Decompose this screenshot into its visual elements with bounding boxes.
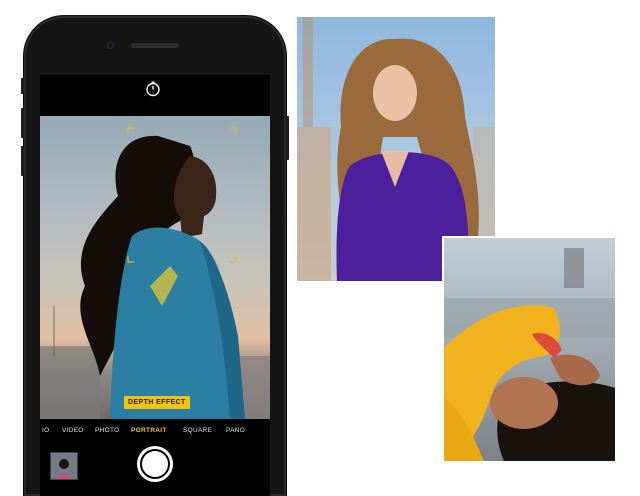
camera-screen: DEPTH EFFECT IO VIDEO PHOTO PORTRAIT SQU…	[40, 75, 270, 496]
mode-pano[interactable]: PANO	[226, 427, 245, 434]
front-camera	[107, 42, 114, 49]
mode-portrait[interactable]: PORTRAIT	[131, 427, 167, 434]
volume-up-button	[21, 108, 24, 138]
last-photo-thumbnail[interactable]	[50, 452, 78, 480]
timer-icon[interactable]	[144, 80, 162, 98]
viewfinder[interactable]: DEPTH EFFECT	[40, 116, 270, 419]
thumbnail-image	[51, 453, 77, 479]
volume-down-button	[21, 146, 24, 176]
shutter-button-inner	[142, 451, 168, 477]
depth-effect-badge: DEPTH EFFECT	[124, 396, 190, 409]
mode-photo[interactable]: PHOTO	[95, 427, 120, 434]
iphone-device: DEPTH EFFECT IO VIDEO PHOTO PORTRAIT SQU…	[21, 16, 289, 496]
mode-time-lapse[interactable]: IO	[42, 427, 49, 434]
shutter-button[interactable]	[137, 446, 173, 482]
earpiece-speaker	[131, 43, 179, 48]
portrait-photo-image-2	[444, 248, 615, 461]
focus-frame	[127, 127, 237, 263]
mode-video[interactable]: VIDEO	[62, 427, 84, 434]
power-button	[286, 116, 289, 160]
sample-portrait-photo-2	[444, 238, 615, 461]
mute-switch	[21, 78, 24, 94]
mode-square[interactable]: SQUARE	[183, 427, 212, 434]
camera-mode-selector[interactable]: IO VIDEO PHOTO PORTRAIT SQUARE PANO	[40, 423, 270, 443]
